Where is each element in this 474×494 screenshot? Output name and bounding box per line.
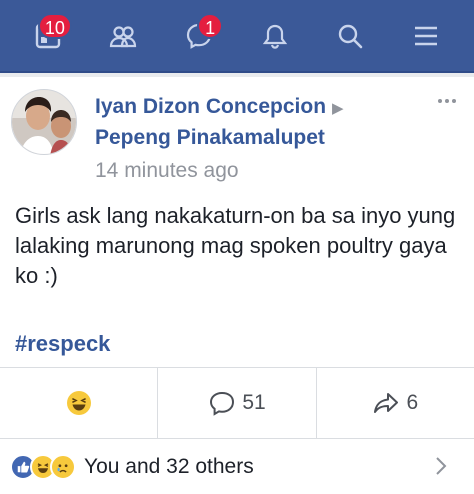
reaction-icons [10,453,76,480]
comment-count: 51 [242,391,266,414]
reactions-summary[interactable]: You and 32 others [0,439,474,494]
notifications-button[interactable] [251,12,299,60]
author-name-link[interactable]: Iyan Dizon Concepcion [95,95,326,118]
post-body: Girls ask lang nakakaturn-on ba sa inyo … [15,203,456,288]
news-feed-button[interactable]: 10 [24,12,72,60]
author-avatar[interactable] [11,89,77,155]
reactions-summary-text: You and 32 others [84,454,254,478]
post-timestamp[interactable]: 14 minutes ago [95,156,239,186]
profile-photo-icon [12,90,76,154]
haha-emoji-icon [66,391,91,415]
messages-count-badge: 1 [197,12,224,39]
post-card: Iyan Dizon Concepcion ▶ Pepeng Pinakamalu… [0,77,474,494]
more-dots-icon [438,99,442,103]
post-actions-row: 51 6 [0,367,474,439]
author-row: Iyan Dizon Concepcion ▶ [95,92,344,124]
top-nav-bar: 10 1 [0,0,474,73]
comment-icon [210,391,235,416]
bell-icon [262,24,287,49]
react-button[interactable] [0,368,157,438]
friends-icon [110,25,137,47]
group-name-link[interactable]: Pepeng Pinakamalupet [95,123,325,153]
friend-requests-button[interactable] [99,12,147,60]
comment-button[interactable]: 51 [157,368,315,438]
messages-button[interactable]: 1 [175,12,224,60]
hamburger-menu-icon [415,26,438,45]
sad-icon [50,453,76,480]
search-button[interactable] [326,12,374,60]
share-arrow-icon [374,393,399,413]
menu-button[interactable] [402,12,450,60]
chevron-right-icon [436,457,447,475]
share-button[interactable]: 6 [315,368,474,438]
share-count: 6 [406,391,419,414]
hashtag-link[interactable]: #respeck [15,331,110,357]
post-options-button[interactable] [432,91,462,111]
search-icon [339,24,363,48]
notifications-count-badge: 10 [37,12,72,39]
play-arrow-icon: ▶ [332,100,344,117]
